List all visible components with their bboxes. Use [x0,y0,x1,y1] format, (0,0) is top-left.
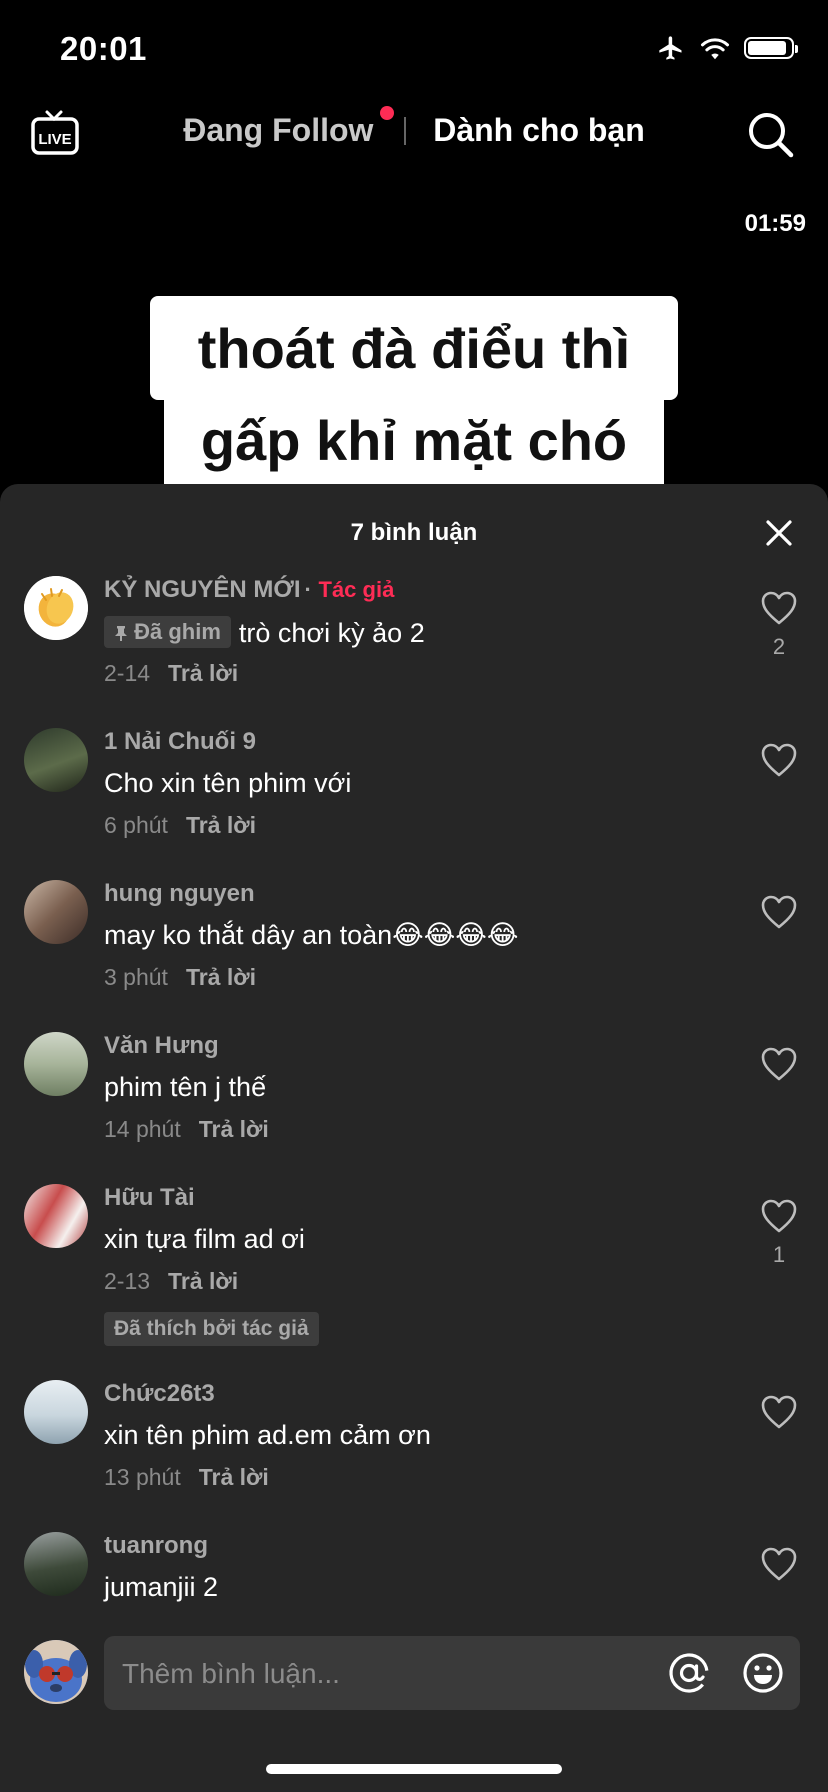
comment-time: 13 phút [104,1464,181,1490]
comment-text: jumanjii 2 [104,1572,219,1602]
comment-text: xin tên phim ad.em cảm ơn [104,1420,431,1450]
caption-line-2: gấp khỉ mặt chó [200,409,628,472]
airplane-mode-icon [659,36,682,60]
comment-meta: 2-13 Trả lời [104,1268,238,1295]
comment-username[interactable]: Chức26t3 [104,1380,215,1408]
top-navigation: LIVE Đang Follow Dành cho bạn [0,98,828,168]
comment-time: 3 phút [104,964,168,990]
reply-button[interactable]: Trả lời [186,812,256,838]
comment-meta: 3 phút Trả lời [104,964,256,991]
battery-icon [744,37,798,59]
comment-meta: 6 phút Trả lời [104,812,256,839]
avatar[interactable] [24,1532,88,1596]
my-avatar[interactable] [24,1640,88,1704]
separator-dot: · [304,577,312,602]
wifi-icon [701,38,729,60]
avatar[interactable] [24,1380,88,1444]
comment-meta: 2-14 Trả lời [104,660,238,687]
heart-icon[interactable] [760,1198,798,1234]
avatar[interactable] [24,576,88,640]
reply-button[interactable]: Trả lời [186,964,256,990]
comment-username[interactable]: 1 Nải Chuối 9 [104,728,256,756]
caption-line-1: thoát đà điểu thì [197,317,631,380]
close-icon[interactable] [764,518,794,548]
home-indicator[interactable] [266,1764,562,1774]
avatar[interactable] [24,1032,88,1096]
comment-text: xin tựa film ad ơi [104,1224,305,1254]
comment-input-placeholder: Thêm bình luận... [122,1658,340,1689]
video-duration: 01:59 [744,210,806,237]
stitch-avatar-icon [24,1640,88,1704]
comment-time: 14 phút [104,1116,181,1142]
clapping-hands-avatar-icon [24,576,88,640]
tab-following-label: Đang Follow [183,112,374,148]
comment-meta: 14 phút Trả lời [104,1116,269,1143]
comment-username[interactable]: Hữu Tài [104,1184,195,1212]
heart-icon[interactable] [760,590,798,626]
heart-icon[interactable] [760,742,798,778]
comment-meta: 13 phút Trả lời [104,1464,269,1491]
comment-username[interactable]: hung nguyen [104,880,255,908]
search-icon[interactable] [746,110,794,158]
comments-sheet: 7 bình luận KỶ NGUYÊN MỚI · Tác giả Đã g… [0,484,828,1792]
heart-icon[interactable] [760,1046,798,1082]
reply-button[interactable]: Trả lời [199,1464,269,1490]
emoji-icon[interactable] [742,1652,784,1694]
tab-divider [404,117,407,145]
caption-line-1-box: thoát đà điểu thì [150,296,678,400]
pinned-badge: Đã ghim [104,616,231,648]
heart-icon[interactable] [760,1546,798,1582]
avatar[interactable] [24,1184,88,1248]
heart-icon[interactable] [760,1394,798,1430]
status-icons [656,34,798,62]
battery-level [748,41,786,55]
like-count: 1 [772,1242,786,1267]
feed-tabs: Đang Follow Dành cho bạn [0,106,828,149]
liked-by-author-badge: Đã thích bởi tác giả [104,1312,319,1346]
pinned-label: Đã ghim [134,619,221,644]
username-text: KỶ NGUYÊN MỚI [104,576,301,603]
comment-text: Cho xin tên phim với [104,768,352,798]
comment-text: trò chơi kỳ ảo 2 [238,618,425,648]
tab-following[interactable]: Đang Follow [183,106,395,148]
comments-count-title: 7 bình luận [350,519,478,546]
comment-text-row: Đã ghim trò chơi kỳ ảo 2 [104,616,425,649]
author-tag: Tác giả [318,577,395,602]
comment-text: may ko thắt dây an toàn😂😂😂😂 [104,920,519,950]
reply-button[interactable]: Trả lời [168,1268,238,1294]
comment-username[interactable]: tuanrong [104,1532,208,1560]
status-bar: 20:01 [0,0,828,100]
avatar[interactable] [24,880,88,944]
avatar[interactable] [24,728,88,792]
caption-line-2-box: gấp khỉ mặt chó [164,390,664,490]
comment-text: phim tên j thế [104,1072,267,1102]
comment-time: 6 phút [104,812,168,838]
clock: 20:01 [60,30,147,67]
heart-icon[interactable] [760,894,798,930]
mention-at-icon[interactable] [668,1652,710,1694]
notification-dot [380,106,395,120]
comment-username[interactable]: KỶ NGUYÊN MỚI · Tác giả [104,576,394,604]
comment-time: 2-14 [104,660,151,686]
comment-time: 2-13 [104,1268,151,1294]
reply-button[interactable]: Trả lời [168,660,238,686]
tab-for-you[interactable]: Dành cho bạn [433,112,645,148]
comment-input[interactable]: Thêm bình luận... [104,1636,800,1710]
pin-icon [115,626,127,641]
like-count: 2 [772,634,786,659]
reply-button[interactable]: Trả lời [199,1116,269,1142]
comment-username[interactable]: Văn Hưng [104,1032,219,1060]
